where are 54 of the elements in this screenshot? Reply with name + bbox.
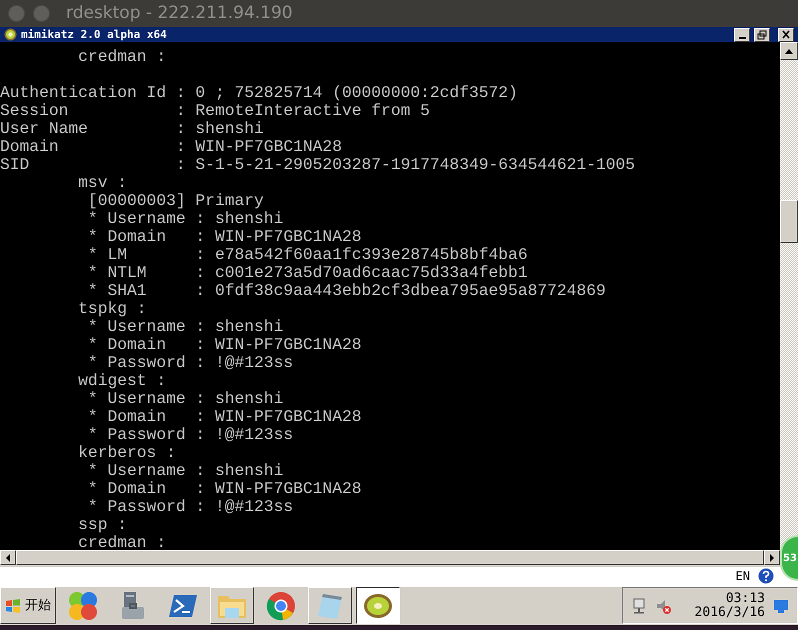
console-line: * LM : e78a542f60aa1fc393e28745b8bf4ba6 [86,246,528,264]
kiwi-icon [4,28,17,41]
console-line: * Domain : WIN-PF7GBC1NA28 [86,336,362,354]
console-line: tspkg : [77,300,147,318]
chrome-icon[interactable] [266,590,296,620]
monitor-icon[interactable] [773,598,789,614]
clock-time[interactable]: 03:13 [726,592,765,606]
windows-logo-icon [5,598,21,612]
console-line: User Name : shenshi [0,120,264,138]
console-line: * Password : !@#123ss [86,426,294,444]
muted-speaker-icon[interactable] [655,598,671,614]
close-icon [781,30,791,40]
scroll-thumb[interactable] [16,550,764,565]
console-line: * Password : !@#123ss [86,498,294,516]
minimize-icon [738,36,746,38]
console-line: * Domain : WIN-PF7GBC1NA28 [86,408,362,426]
console-line: credman : [77,48,166,66]
console-line: [00000003] Primary [86,192,264,210]
clock-date[interactable]: 2016/3/16 [694,606,765,620]
taskbar-button[interactable] [356,587,400,624]
restore-icon [757,30,767,40]
console-line: * Password : !@#123ss [86,354,294,372]
scroll-left-button[interactable] [0,550,16,565]
console-line: * Domain : WIN-PF7GBC1NA28 [86,480,362,498]
up-arrow-icon [785,48,793,54]
console-line: ssp : [77,516,128,534]
network-icon[interactable] [631,598,647,614]
console-line: * SHA1 : 0fdf38c9aa443ebb2cf3dbea795ae95a87724869 [86,282,606,300]
console-line: SID : S-1-5-21-2905203287-1917748349-634544621-1005 [0,156,636,174]
right-arrow-icon [770,554,774,562]
console-line: kerberos : [77,444,176,462]
start-button[interactable]: 开始 [0,587,56,624]
console-line: msv : [77,174,128,192]
window-title: rdesktop - 222.211.94.190 [66,2,293,25]
language-indicator[interactable]: EN [736,569,750,583]
console-line: Session : RemoteInteractive from 5 [0,102,430,120]
console-line: * Domain : WIN-PF7GBC1NA28 [86,228,362,246]
scroll-right-button[interactable] [764,550,780,565]
console-line: * Username : shenshi [86,318,284,336]
console-line: * Username : shenshi [86,462,284,480]
console-line: * NTLM : c001e273a5d70ad6caac75d33a4febb1 [86,264,528,282]
console-line: credman : [77,534,166,550]
window-title: mimikatz 2.0 alpha x64 [21,28,168,41]
scroll-up-button[interactable] [780,42,798,60]
console-line: * Username : shenshi [86,210,284,228]
console-line: Domain : WIN-PF7GBC1NA28 [0,138,342,156]
left-arrow-icon [6,554,10,562]
restore-button[interactable] [754,28,770,42]
console-line: wdigest : [77,372,166,390]
help-icon[interactable] [758,568,774,584]
console-line: * Username : shenshi [86,390,284,408]
scroll-thumb[interactable] [780,200,798,243]
colored-balls-icon[interactable] [68,590,98,620]
console-line: Authentication Id : 0 ; 752825714 (00000000:2cdf3572) [0,84,518,102]
